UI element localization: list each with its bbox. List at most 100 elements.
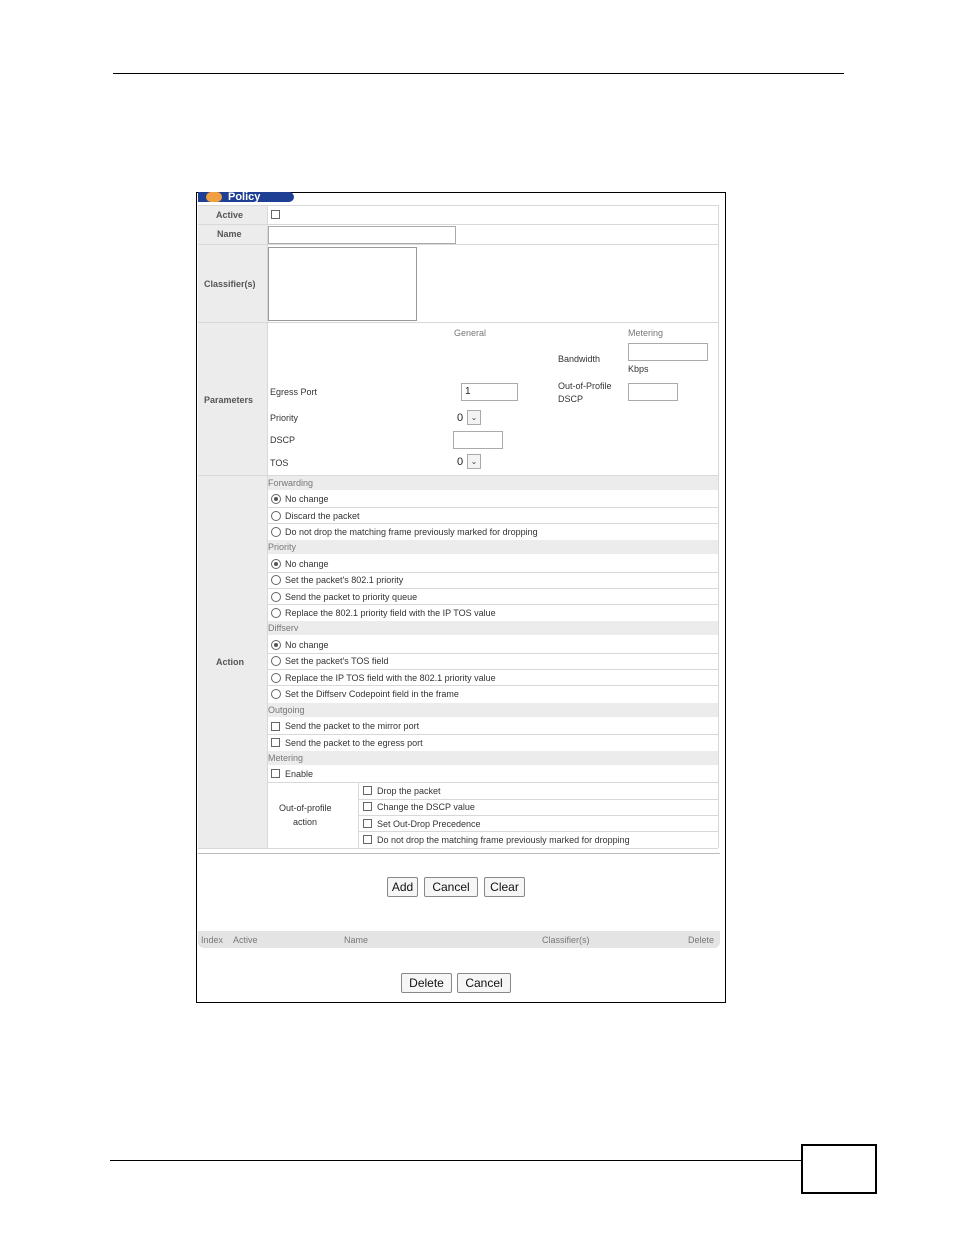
priority-title: Priority (268, 542, 297, 552)
row-line (268, 604, 718, 605)
egress-port-input[interactable]: 1 (461, 383, 518, 401)
out-of-profile-dscp-label-1: Out-of-Profile (558, 381, 612, 391)
column-header-delete: Delete (688, 935, 715, 945)
cancel-button[interactable]: Cancel (424, 877, 478, 897)
metering-option-label: Change the DSCP value (377, 802, 475, 812)
metering-checkbox-out-drop[interactable] (363, 819, 372, 828)
priority-radio-set-8021[interactable] (271, 575, 281, 585)
forwarding-option-label: Do not drop the matching frame previousl… (285, 527, 538, 537)
priority-label: Priority (270, 413, 299, 423)
metering-checkbox-change-dscp[interactable] (363, 802, 372, 811)
delete-button[interactable]: Delete (401, 973, 452, 993)
priority-band (268, 540, 718, 554)
egress-port-label: Egress Port (270, 387, 318, 397)
policy-tab-icon (206, 192, 222, 202)
forwarding-radio-discard[interactable] (271, 511, 281, 521)
outgoing-checkbox-egress[interactable] (271, 738, 280, 747)
priority-radio-replace[interactable] (271, 608, 281, 618)
out-of-profile-dscp-input[interactable] (628, 383, 678, 401)
right-border (718, 205, 719, 848)
diffserv-band (268, 621, 718, 635)
clear-button[interactable]: Clear (484, 877, 525, 897)
row-line (198, 224, 718, 225)
classifiers-label: Classifier(s) (204, 279, 256, 289)
priority-dropdown-icon[interactable]: ⌄ (467, 410, 481, 425)
label-column (198, 205, 267, 848)
row-line (268, 669, 718, 670)
policy-tab-label: Policy (228, 191, 261, 203)
diffserv-option-label: Replace the IP TOS field with the 802.1 … (285, 673, 496, 683)
dscp-label: DSCP (270, 435, 296, 445)
parameters-label: Parameters (204, 395, 254, 405)
priority-option-label: Set the packet's 802.1 priority (285, 575, 404, 585)
diffserv-radio-replace[interactable] (271, 673, 281, 683)
row-line (198, 848, 718, 849)
diffserv-option-label: Set the Diffserv Codepoint field in the … (285, 689, 459, 699)
row-line (268, 523, 718, 524)
bandwidth-label: Bandwidth (558, 354, 601, 364)
forwarding-title: Forwarding (268, 478, 314, 488)
row-line (359, 815, 718, 816)
forwarding-radio-no-change[interactable] (271, 494, 281, 504)
diffserv-radio-set-tos[interactable] (271, 656, 281, 666)
diffserv-radio-no-change[interactable] (271, 640, 281, 650)
dscp-input[interactable] (453, 431, 503, 449)
priority-radio-no-change[interactable] (271, 559, 281, 569)
row-line (268, 782, 718, 783)
row-line (198, 244, 718, 245)
outgoing-checkbox-mirror[interactable] (271, 722, 280, 731)
row-line (268, 507, 718, 508)
tos-label: TOS (270, 458, 289, 468)
action-label: Action (216, 657, 244, 667)
forwarding-band (268, 476, 718, 490)
column-header-name: Name (344, 935, 369, 945)
row-line (268, 653, 718, 654)
column-header-active: Active (233, 935, 258, 945)
out-of-profile-action-label-1: Out-of-profile (279, 803, 332, 813)
table-cancel-button[interactable]: Cancel (457, 973, 511, 993)
metering-option-label: Set Out-Drop Precedence (377, 819, 481, 829)
diffserv-option-label: Set the packet's TOS field (285, 656, 389, 666)
metering-enable-label: Enable (285, 769, 314, 779)
priority-select-value[interactable]: 0 (457, 410, 463, 426)
metering-header: Metering (628, 328, 664, 338)
column-header-classifiers: Classifier(s) (542, 935, 590, 945)
row-line (268, 685, 718, 686)
name-label: Name (217, 229, 242, 239)
forwarding-radio-do-not-drop[interactable] (271, 527, 281, 537)
row-line (268, 588, 718, 589)
name-input[interactable] (268, 226, 456, 244)
out-of-profile-action-label-2: action (293, 817, 318, 827)
outgoing-option-label: Send the packet to the mirror port (285, 721, 420, 731)
section-divider (198, 853, 720, 854)
header-rule (113, 73, 844, 74)
row-line (198, 205, 718, 206)
diffserv-radio-codepoint[interactable] (271, 689, 281, 699)
row-line (268, 572, 718, 573)
priority-option-label: Replace the 802.1 priority field with th… (285, 608, 496, 618)
classifiers-listbox[interactable] (268, 247, 417, 321)
metering-option-label: Do not drop the matching frame previousl… (377, 835, 630, 845)
tos-dropdown-icon[interactable]: ⌄ (467, 454, 481, 469)
general-header: General (454, 328, 487, 338)
priority-option-label: Send the packet to priority queue (285, 592, 418, 602)
row-line (198, 322, 718, 323)
metering-enable-checkbox[interactable] (271, 769, 280, 778)
diffserv-title: Diffserv (268, 623, 299, 633)
metering-checkbox-drop[interactable] (363, 786, 372, 795)
outgoing-title: Outgoing (268, 705, 305, 715)
priority-radio-queue[interactable] (271, 592, 281, 602)
bandwidth-input[interactable] (628, 343, 708, 361)
active-label: Active (216, 210, 244, 220)
active-checkbox[interactable] (271, 210, 280, 219)
outgoing-option-label: Send the packet to the egress port (285, 738, 423, 748)
forwarding-option-label: Discard the packet (285, 511, 360, 521)
tos-select-value[interactable]: 0 (457, 454, 463, 470)
out-of-profile-dscp-label-2: DSCP (558, 394, 584, 404)
add-button[interactable]: Add (387, 877, 418, 897)
metering-checkbox-do-not-drop[interactable] (363, 835, 372, 844)
metering-option-label: Drop the packet (377, 786, 441, 796)
page-number-box (801, 1144, 877, 1194)
footer-rule (110, 1160, 802, 1161)
forwarding-option-label: No change (285, 494, 329, 504)
